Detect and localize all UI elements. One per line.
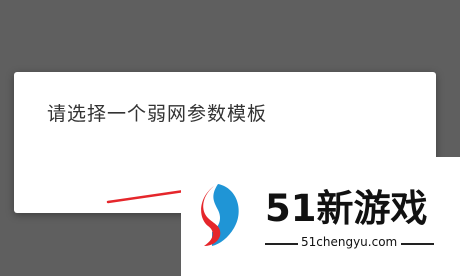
watermark-divider-right: [401, 243, 434, 245]
red-stroke-mark: [106, 189, 186, 204]
site-watermark: 51新游戏 51chengyu.com: [181, 157, 460, 276]
watermark-divider-left: [265, 243, 298, 245]
dialog-title: 请选择一个弱网参数模板: [47, 103, 268, 125]
51-logo-icon: [201, 184, 239, 246]
watermark-brand: 51新游戏: [265, 187, 428, 230]
watermark-domain: 51chengyu.com: [301, 235, 398, 249]
screen: { "dialog": { "title": "请选择一个弱网参数模板" }, …: [0, 0, 460, 276]
